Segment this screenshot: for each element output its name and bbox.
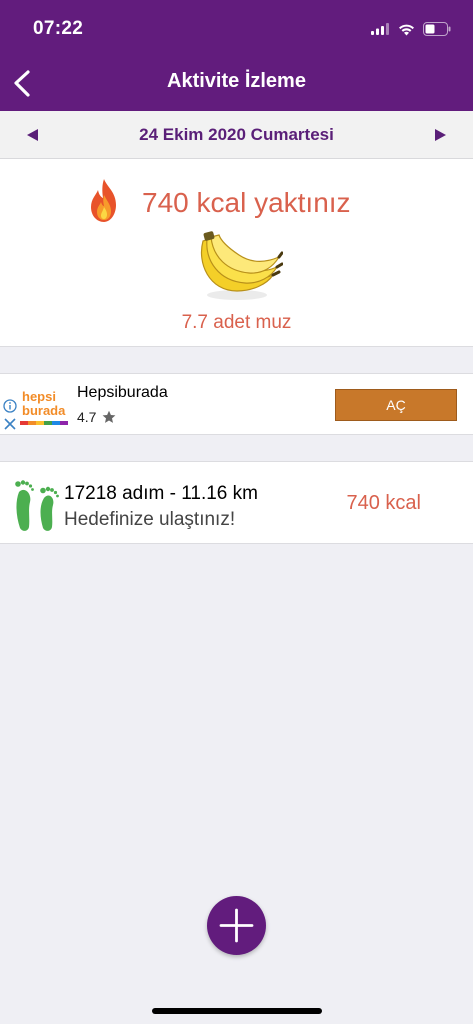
svg-text:hepsi: hepsi xyxy=(22,389,56,404)
current-date: 24 Ekim 2020 Cumartesi xyxy=(139,125,334,144)
ad-title: Hepsiburada xyxy=(77,384,168,401)
step-activity-row[interactable]: 17218 adım - 11.16 km Hedefinize ulaştın… xyxy=(0,461,473,544)
hepsiburada-logo: hepsi burada xyxy=(20,389,68,425)
home-indicator[interactable] xyxy=(152,1008,322,1014)
svg-text:burada: burada xyxy=(22,403,66,418)
steps-distance: 17218 adım - 11.16 km xyxy=(64,483,258,504)
close-icon[interactable] xyxy=(3,417,17,431)
signal-icon xyxy=(371,23,389,35)
plus-icon xyxy=(219,908,254,943)
banana-icon xyxy=(200,231,283,300)
footprints-icon xyxy=(15,480,59,531)
ad-rating: 4.7 xyxy=(77,409,116,425)
page-title: Aktivite İzleme xyxy=(167,70,306,92)
goal-status: Hedefinize ulaştınız! xyxy=(64,509,236,530)
date-navigator: 24 Ekim 2020 Cumartesi xyxy=(0,111,473,159)
burned-calories: 740 kcal yaktınız xyxy=(142,187,351,218)
ad-open-button[interactable]: AÇ xyxy=(335,389,457,421)
battery-icon xyxy=(423,22,451,36)
activity-calories: 740 kcal xyxy=(346,492,422,514)
ad-rating-value: 4.7 xyxy=(77,409,97,425)
flame-icon xyxy=(91,179,116,222)
ad-banner[interactable]: hepsi burada Hepsiburada 4.7 AÇ xyxy=(0,373,473,435)
header: 07:22 Aktivite İzleme xyxy=(0,0,473,111)
status-icons xyxy=(371,20,451,38)
triangle-right-icon[interactable] xyxy=(429,125,451,145)
status-time: 07:22 xyxy=(33,18,84,39)
calorie-summary-card: 740 kcal yaktınız 7.7 adet muz xyxy=(0,159,473,347)
add-activity-button[interactable] xyxy=(207,896,266,955)
info-icon[interactable] xyxy=(3,399,17,413)
wifi-icon xyxy=(399,24,414,35)
banana-equivalent: 7.7 adet muz xyxy=(181,312,292,333)
star-icon xyxy=(103,410,116,423)
